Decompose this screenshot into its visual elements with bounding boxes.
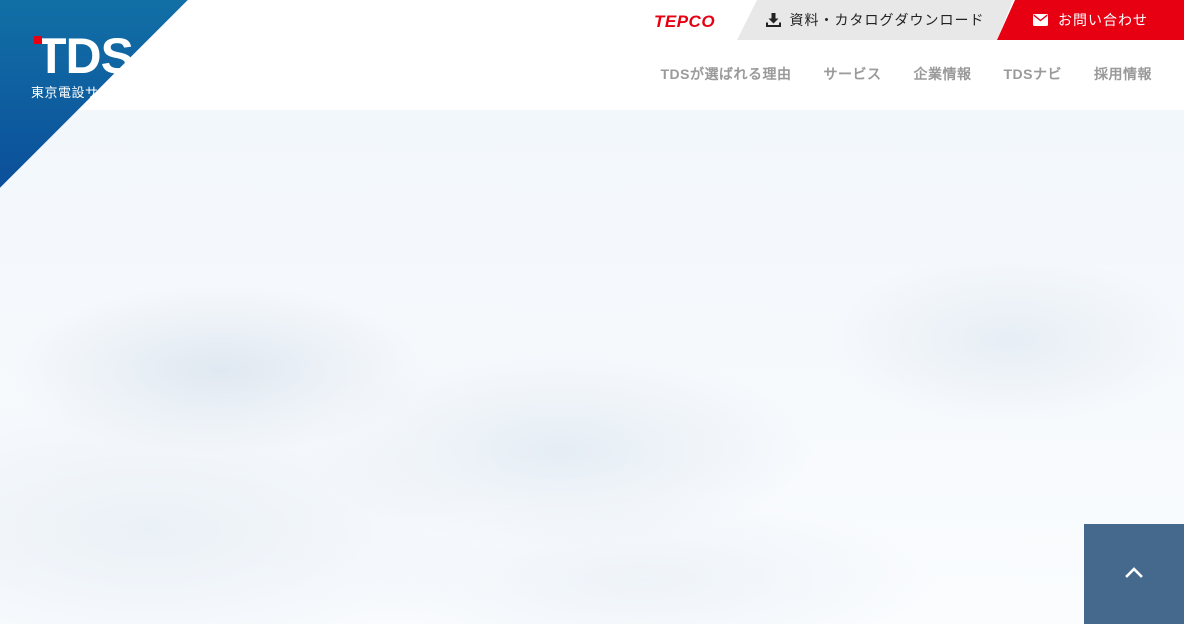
site-logo[interactable]: TDS 東京電設サービス [31,28,139,101]
site-header [0,0,1184,110]
logo-red-square [34,36,42,44]
chevron-up-icon [1125,565,1143,583]
nav-item-services[interactable]: サービス [824,64,882,84]
download-icon [766,13,781,27]
mail-icon [1033,14,1048,26]
contact-label: お問い合わせ [1058,12,1148,28]
nav-item-company[interactable]: 企業情報 [914,64,972,84]
tepco-logo-link[interactable]: TEPCO [654,10,715,34]
nav-item-tds-navi[interactable]: TDSナビ [1004,64,1063,84]
catalog-download-button[interactable]: 資料・カタログダウンロード [737,0,1013,40]
page: TDS 東京電設サービス TEPCO 資料・カタログダウンロード お問い合わせ … [0,0,1184,624]
hero-sky-image [0,110,1184,624]
logo-mark: TDS [34,28,134,84]
main-nav: TDSが選ばれる理由 サービス 企業情報 TDSナビ 採用情報 [661,64,1153,84]
logo-subtitle: 東京電設サービス [31,85,140,100]
contact-button[interactable]: お問い合わせ [997,0,1184,40]
nav-item-reasons[interactable]: TDSが選ばれる理由 [661,64,792,84]
back-to-top-button[interactable] [1084,524,1184,624]
nav-item-recruit[interactable]: 採用情報 [1094,64,1152,84]
catalog-download-label: 資料・カタログダウンロード [789,12,985,28]
